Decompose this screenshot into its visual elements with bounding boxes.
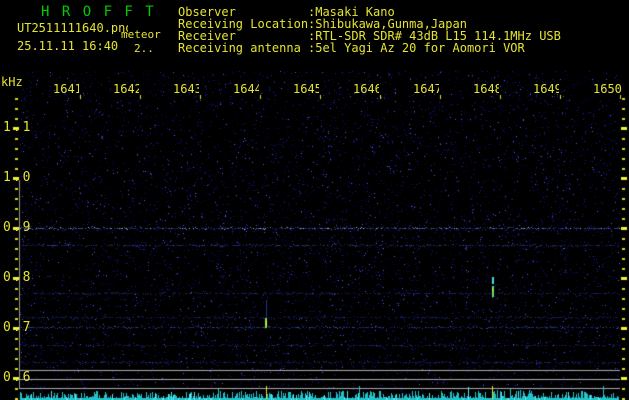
x-axis-label: 1646 [353,83,379,96]
y-axis-label: 0.9 [3,220,33,235]
app-title: H R O F F T [41,4,156,20]
x-axis-label: 1650 [593,83,622,96]
y-axis-label: 0.6 [3,370,33,385]
x-axis-label: 1648 [473,83,499,96]
station-field-value: :5el Yagi Az 20 for Aomori VOR [308,41,525,55]
x-axis-label: 1643 [173,83,199,96]
x-axis-label: 1644 [233,83,259,96]
spectrogram-canvas [0,0,629,400]
x-axis-label: 1647 [413,83,439,96]
y-axis-label: 0.8 [3,270,33,285]
station-field-label: Receiving antenna [178,41,301,55]
echo-count-indicator: 2.. [134,42,154,55]
y-axis-unit-label: kHz [1,75,23,89]
datetime-label: 25.11.11 16:40 [17,39,119,53]
x-axis-label: 1641 [53,83,79,96]
y-axis-label: 0.7 [3,320,33,335]
x-axis-label: 1642 [113,83,139,96]
hrofft-window: H R O F F T UT2511111640.png meteor 25.1… [0,0,629,400]
x-axis-label: 1645 [293,83,319,96]
output-filename: UT2511111640.png [17,22,128,34]
y-axis-label: 1.1 [3,120,33,135]
y-axis-label: 1.0 [3,170,33,185]
x-axis-label: 1649 [533,83,559,96]
observation-label: meteor [121,28,161,41]
